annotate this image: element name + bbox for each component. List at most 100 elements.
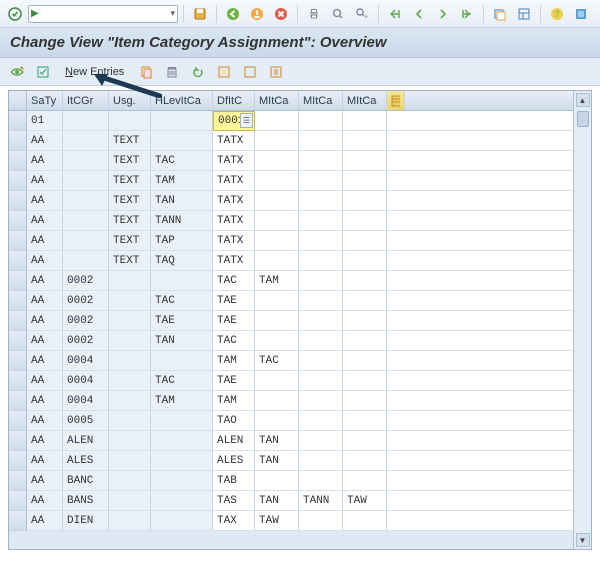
cell-itcgr[interactable]: DIEN bbox=[63, 511, 109, 531]
col-itcgr[interactable]: ItCGr bbox=[63, 91, 109, 110]
cell-saty[interactable]: AA bbox=[27, 431, 63, 451]
cell-saty[interactable]: AA bbox=[27, 191, 63, 211]
row-selector[interactable] bbox=[9, 231, 27, 251]
cell-itcgr[interactable]: 0002 bbox=[63, 311, 109, 331]
col-mitca1[interactable]: MItCa bbox=[255, 91, 299, 110]
cell-saty[interactable]: AA bbox=[27, 471, 63, 491]
enter-button[interactable] bbox=[4, 4, 26, 24]
cell-m3[interactable] bbox=[343, 311, 387, 331]
delete-button[interactable] bbox=[161, 62, 183, 82]
cell-dfitc[interactable]: ALES bbox=[213, 451, 255, 471]
print-button[interactable] bbox=[303, 4, 325, 24]
cell-dfitc[interactable]: TAX bbox=[213, 511, 255, 531]
cell-m3[interactable]: TAW bbox=[343, 491, 387, 511]
cell-m2[interactable]: TANN bbox=[299, 491, 343, 511]
cell-usg[interactable] bbox=[109, 471, 151, 491]
cell-hlev[interactable]: TAN bbox=[151, 331, 213, 351]
help-button[interactable]: ? bbox=[546, 4, 568, 24]
cell-usg[interactable]: TEXT bbox=[109, 191, 151, 211]
col-hlevitca[interactable]: HLevItCa bbox=[151, 91, 213, 110]
cell-m1[interactable]: TAC bbox=[255, 351, 299, 371]
cell-m3[interactable] bbox=[343, 451, 387, 471]
cell-m2[interactable] bbox=[299, 111, 343, 131]
row-selector[interactable] bbox=[9, 271, 27, 291]
cell-usg[interactable] bbox=[109, 111, 151, 131]
change-display-toggle[interactable] bbox=[6, 62, 28, 82]
cell-saty[interactable]: AA bbox=[27, 331, 63, 351]
next-page-button[interactable] bbox=[432, 4, 454, 24]
row-selector[interactable] bbox=[9, 331, 27, 351]
cell-dfitc[interactable]: TATX bbox=[213, 171, 255, 191]
cell-usg[interactable] bbox=[109, 411, 151, 431]
cell-saty[interactable]: AA bbox=[27, 371, 63, 391]
cell-itcgr[interactable]: 0004 bbox=[63, 351, 109, 371]
cell-m3[interactable] bbox=[343, 131, 387, 151]
cell-m1[interactable] bbox=[255, 251, 299, 271]
scroll-thumb[interactable] bbox=[577, 111, 589, 127]
command-field[interactable]: ▶ ▾ bbox=[28, 5, 178, 23]
cell-m3[interactable] bbox=[343, 111, 387, 131]
cancel-button[interactable] bbox=[270, 4, 292, 24]
cell-itcgr[interactable]: ALES bbox=[63, 451, 109, 471]
row-selector[interactable] bbox=[9, 171, 27, 191]
cell-m2[interactable] bbox=[299, 331, 343, 351]
cell-saty[interactable]: AA bbox=[27, 491, 63, 511]
cell-m2[interactable] bbox=[299, 191, 343, 211]
cell-usg[interactable] bbox=[109, 391, 151, 411]
cell-dfitc[interactable]: TAE bbox=[213, 291, 255, 311]
cell-usg[interactable]: TEXT bbox=[109, 211, 151, 231]
cell-m3[interactable] bbox=[343, 291, 387, 311]
cell-usg[interactable] bbox=[109, 271, 151, 291]
cell-m2[interactable] bbox=[299, 291, 343, 311]
cell-m1[interactable]: TAN bbox=[255, 431, 299, 451]
cell-dfitc[interactable]: TAB bbox=[213, 471, 255, 491]
copy-button[interactable] bbox=[135, 62, 157, 82]
cell-m1[interactable] bbox=[255, 331, 299, 351]
cell-hlev[interactable] bbox=[151, 491, 213, 511]
cell-hlev[interactable]: TAC bbox=[151, 371, 213, 391]
find-button[interactable] bbox=[327, 4, 349, 24]
cell-itcgr[interactable]: 0002 bbox=[63, 271, 109, 291]
cell-m1[interactable] bbox=[255, 211, 299, 231]
cell-dfitc[interactable]: TATX bbox=[213, 191, 255, 211]
cell-hlev[interactable]: TAQ bbox=[151, 251, 213, 271]
cell-usg[interactable] bbox=[109, 311, 151, 331]
cell-m2[interactable] bbox=[299, 451, 343, 471]
cell-dfitc[interactable]: TATX bbox=[213, 131, 255, 151]
cell-saty[interactable]: AA bbox=[27, 451, 63, 471]
cell-itcgr[interactable] bbox=[63, 191, 109, 211]
cell-m1[interactable] bbox=[255, 291, 299, 311]
cell-hlev[interactable]: TAM bbox=[151, 391, 213, 411]
col-dfitc[interactable]: DfItC bbox=[213, 91, 255, 110]
row-selector[interactable] bbox=[9, 491, 27, 511]
cell-m2[interactable] bbox=[299, 311, 343, 331]
cell-m2[interactable] bbox=[299, 371, 343, 391]
col-config-button[interactable] bbox=[387, 91, 405, 110]
cell-saty[interactable]: AA bbox=[27, 351, 63, 371]
row-selector[interactable] bbox=[9, 291, 27, 311]
cell-m3[interactable] bbox=[343, 171, 387, 191]
cell-usg[interactable] bbox=[109, 431, 151, 451]
cell-m2[interactable] bbox=[299, 411, 343, 431]
prev-page-button[interactable] bbox=[408, 4, 430, 24]
cell-dfitc[interactable]: TAE bbox=[213, 371, 255, 391]
cell-saty[interactable]: AA bbox=[27, 151, 63, 171]
cell-hlev[interactable]: TAN bbox=[151, 191, 213, 211]
row-selector[interactable] bbox=[9, 151, 27, 171]
cell-dfitc[interactable]: TAM bbox=[213, 351, 255, 371]
cell-m2[interactable] bbox=[299, 151, 343, 171]
select-block-button[interactable] bbox=[213, 62, 235, 82]
cell-itcgr[interactable]: 0004 bbox=[63, 391, 109, 411]
cell-saty[interactable]: AA bbox=[27, 231, 63, 251]
cell-m2[interactable] bbox=[299, 351, 343, 371]
cell-saty[interactable]: AA bbox=[27, 311, 63, 331]
cell-dfitc[interactable]: TATX bbox=[213, 211, 255, 231]
cell-itcgr[interactable] bbox=[63, 111, 109, 131]
cell-dfitc[interactable]: TAS bbox=[213, 491, 255, 511]
cell-saty[interactable]: 01 bbox=[27, 111, 63, 131]
row-selector[interactable] bbox=[9, 411, 27, 431]
last-page-button[interactable] bbox=[456, 4, 478, 24]
cell-m3[interactable] bbox=[343, 351, 387, 371]
cell-saty[interactable]: AA bbox=[27, 511, 63, 531]
cell-m3[interactable] bbox=[343, 231, 387, 251]
